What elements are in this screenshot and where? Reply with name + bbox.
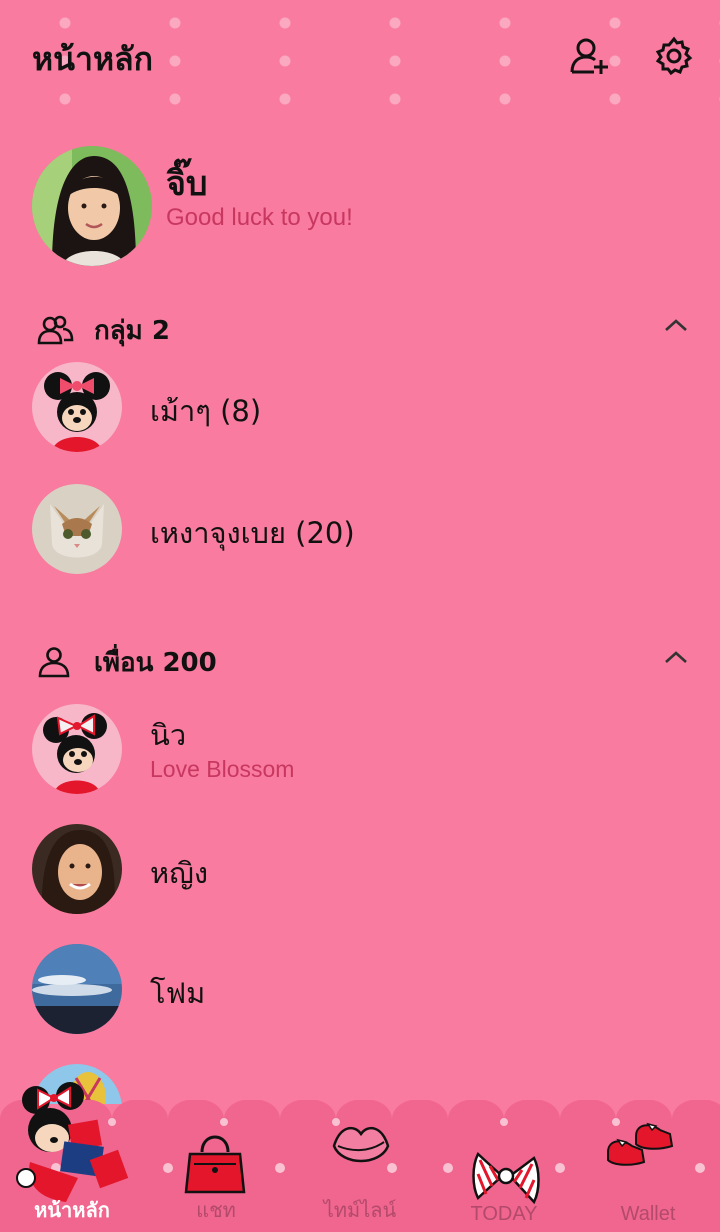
sky-avatar [32, 944, 122, 1034]
chevron-up-icon[interactable] [660, 310, 692, 342]
minnie-avatar [32, 362, 122, 452]
friend-status: Love Blossom [150, 756, 295, 782]
groups-label: กลุ่ม 2 [94, 316, 170, 346]
friend-name: โฟม [150, 976, 206, 1010]
handbag-icon [184, 1135, 246, 1194]
tab-label: TODAY [470, 1203, 538, 1225]
chevron-up-icon[interactable] [660, 642, 692, 674]
minnie-avatar [32, 704, 122, 794]
tab-home[interactable]: หน้าหลัก [0, 1082, 144, 1232]
group-name: เม้าๆ (8) [150, 394, 262, 428]
shoes-icon [607, 1122, 674, 1166]
tab-label: หน้าหลัก [34, 1200, 110, 1222]
tab-label: แชท [196, 1200, 236, 1222]
bottom-nav: หน้าหลัก แชท ไทม์ไลน์ TODAY Wallet [0, 1082, 720, 1232]
friends-label: เพื่อน 200 [94, 648, 217, 678]
friend-row[interactable]: หญิง [0, 824, 720, 934]
minnie-icon [16, 1082, 129, 1202]
groups-section-header[interactable]: กลุ่ม 2 [0, 300, 720, 360]
group-row[interactable]: เม้าๆ (8) [0, 362, 720, 472]
bow-icon [472, 1151, 540, 1205]
profile-avatar[interactable] [32, 146, 152, 266]
page-title: หน้าหลัก [32, 40, 154, 78]
add-friend-icon[interactable] [568, 34, 612, 78]
tab-label: ไทม์ไลน์ [323, 1200, 397, 1222]
group-name: เหงาจุงเบย (20) [150, 516, 355, 550]
gear-icon[interactable] [652, 34, 696, 78]
friend-row[interactable]: นิว Love Blossom [0, 704, 720, 814]
tab-label: Wallet [620, 1203, 676, 1225]
woman-avatar [32, 824, 122, 914]
tab-timeline[interactable]: ไทม์ไลน์ [288, 1100, 432, 1232]
group-icon [37, 315, 74, 345]
person-icon [38, 647, 70, 678]
friend-name: นิว [150, 718, 187, 752]
header: หน้าหลัก [0, 0, 720, 110]
profile-photo [32, 146, 152, 266]
friend-name: หญิง [150, 856, 208, 890]
tab-today[interactable]: TODAY [432, 1100, 576, 1232]
friend-row[interactable]: โฟม [0, 944, 720, 1054]
profile-status: Good luck to you! [166, 204, 353, 231]
friends-section-header[interactable]: เพื่อน 200 [0, 632, 720, 692]
profile-name[interactable]: จิ๊บ [166, 156, 208, 210]
tab-chat[interactable]: แชท [144, 1100, 288, 1232]
tab-wallet[interactable]: Wallet [576, 1100, 720, 1232]
group-row[interactable]: เหงาจุงเบย (20) [0, 484, 720, 594]
cat-avatar [32, 484, 122, 574]
lips-icon [332, 1126, 390, 1163]
